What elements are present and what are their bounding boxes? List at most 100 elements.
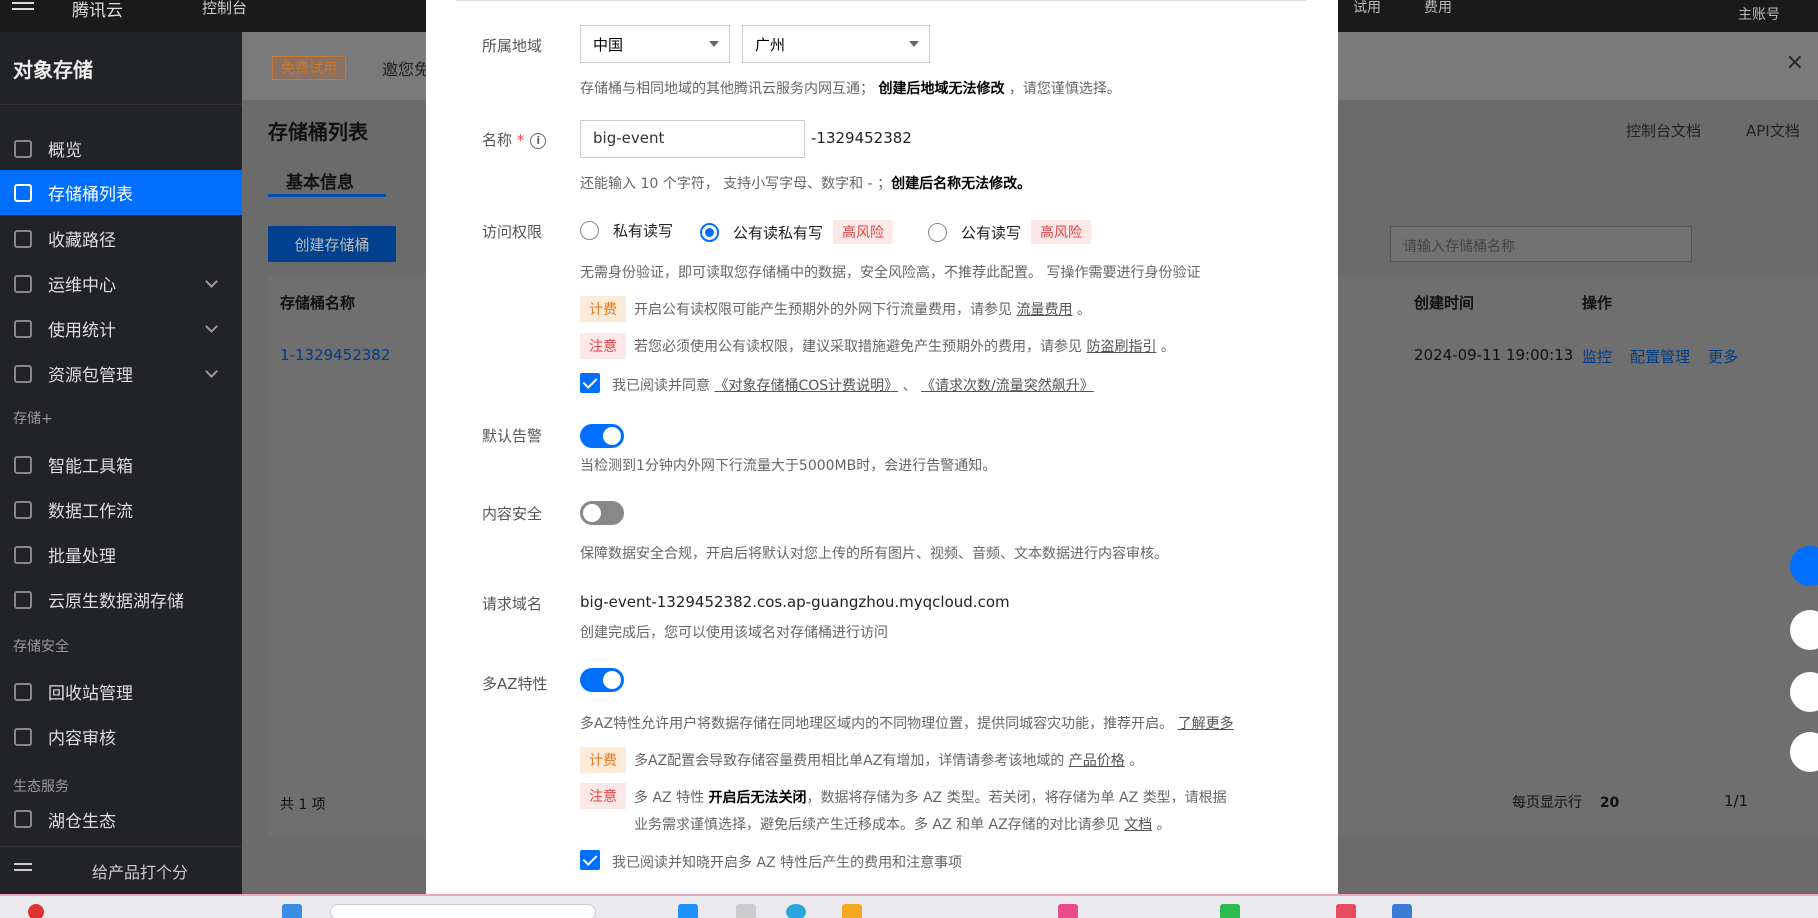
radio-circle bbox=[580, 221, 599, 240]
sidebar-item-label: 批量处理 bbox=[48, 547, 116, 567]
app-icon[interactable] bbox=[842, 904, 862, 918]
sidebar-item-bucket-list[interactable]: 存储桶列表 bbox=[0, 170, 242, 215]
sidebar-item-ops-center[interactable]: 运维中心 bbox=[0, 261, 242, 306]
learn-more-link[interactable]: 了解更多 bbox=[1178, 716, 1234, 732]
traffic-spike-link[interactable]: 《请求次数/流量突然飙升》 bbox=[921, 378, 1094, 394]
page-size-select[interactable]: 20 bbox=[1600, 795, 1619, 811]
sidebar: 对象存储 概览 存储桶列表 收藏路径 运维中心 使用统计 资源包管理 存储+ 智… bbox=[0, 32, 242, 894]
sidebar-item-label: 数据工作流 bbox=[48, 502, 133, 522]
domain-description: 创建完成后，您可以使用该域名对存储桶进行访问 bbox=[580, 625, 888, 641]
toggle-knob bbox=[603, 671, 621, 689]
app-icon[interactable] bbox=[1220, 904, 1240, 918]
app-icon[interactable] bbox=[1058, 904, 1078, 918]
toggle-knob bbox=[583, 504, 601, 522]
start-icon[interactable] bbox=[282, 904, 302, 918]
anti-theft-guide-link[interactable]: 防盗刷指引 bbox=[1086, 339, 1156, 355]
api-docs-link[interactable]: API文档 bbox=[1746, 120, 1800, 141]
domain-label: 请求域名 bbox=[482, 595, 543, 613]
alarm-description: 当检测到1分钟内外网下行流量大于5000MB时，会进行告警通知。 bbox=[580, 458, 997, 474]
country-select[interactable]: 中国 bbox=[580, 25, 730, 63]
lakehouse-icon bbox=[14, 810, 32, 828]
note-tag: 注意 bbox=[580, 333, 626, 359]
config-link[interactable]: 配置管理 bbox=[1630, 346, 1690, 367]
taskbar-search[interactable] bbox=[330, 904, 596, 918]
column-header-created[interactable]: 创建时间 bbox=[1414, 292, 1474, 313]
toolbox-icon bbox=[14, 455, 32, 474]
cos-billing-link[interactable]: 《对象存储桶COS计费说明》 bbox=[714, 378, 898, 394]
radio-private-rw[interactable]: 私有读写 bbox=[580, 220, 673, 241]
sidebar-item-content-review[interactable]: 内容审核 bbox=[0, 714, 242, 759]
fee-tag: 计费 bbox=[580, 747, 626, 773]
bucket-search-input[interactable]: 请输入存储桶名称 bbox=[1390, 226, 1692, 262]
traffic-fee-link[interactable]: 流量费用 bbox=[1016, 302, 1072, 318]
bucket-name-input[interactable]: big-event bbox=[580, 120, 805, 158]
monitor-link[interactable]: 监控 bbox=[1582, 346, 1612, 367]
content-security-toggle[interactable] bbox=[580, 501, 624, 525]
batch-icon bbox=[14, 545, 32, 564]
review-icon bbox=[14, 727, 32, 746]
tencent-cloud-logo[interactable]: 腾讯云 bbox=[72, 0, 123, 21]
console-link[interactable]: 控制台 bbox=[202, 0, 247, 18]
sidebar-item-favorite-paths[interactable]: 收藏路径 bbox=[0, 216, 242, 261]
sidebar-item-label: 概览 bbox=[48, 141, 82, 161]
app-icon[interactable] bbox=[678, 904, 698, 918]
grid-icon bbox=[14, 139, 32, 158]
multi-az-agree-checkbox[interactable] bbox=[580, 850, 600, 870]
main-account-label[interactable]: 主账号 bbox=[1738, 4, 1780, 24]
nav-group-storage-plus: 存储+ bbox=[13, 411, 53, 427]
access-agree-text: 我已阅读并同意 《对象存储桶COS计费说明》 、 《请求次数/流量突然飙升》 bbox=[612, 378, 1094, 394]
sidebar-item-workflow[interactable]: 数据工作流 bbox=[0, 487, 242, 532]
radio-circle bbox=[928, 222, 947, 242]
browser-icon[interactable] bbox=[786, 904, 806, 918]
radio-public-read-private-write[interactable]: 公有读私有写 高风险 bbox=[700, 220, 894, 244]
sidebar-item-toolbox[interactable]: 智能工具箱 bbox=[0, 442, 242, 487]
app-icon[interactable] bbox=[1336, 904, 1356, 918]
alarm-toggle[interactable] bbox=[580, 424, 624, 448]
promo-text: 邀您免 bbox=[382, 60, 431, 79]
sidebar-item-lakehouse[interactable]: 湖仓生态 bbox=[0, 804, 242, 834]
product-price-link[interactable]: 产品价格 bbox=[1069, 753, 1125, 769]
sidebar-item-recycle-bin[interactable]: 回收站管理 bbox=[0, 669, 242, 714]
access-fee-text: 开启公有读权限可能产生预期外的外网下行流量费用，请参见 流量费用 。 bbox=[634, 302, 1091, 318]
fee-tag: 计费 bbox=[580, 296, 626, 322]
tab-basic-info[interactable]: 基本信息 bbox=[286, 168, 354, 193]
sidebar-item-label: 内容审核 bbox=[48, 729, 116, 749]
sidebar-item-usage-stats[interactable]: 使用统计 bbox=[0, 306, 242, 351]
bucket-name-link[interactable]: 1-1329452382 bbox=[280, 346, 390, 364]
appid-suffix: -1329452382 bbox=[811, 129, 912, 147]
city-select[interactable]: 广州 bbox=[742, 25, 930, 63]
info-icon[interactable]: i bbox=[530, 132, 547, 149]
more-dropdown[interactable]: 更多 bbox=[1708, 346, 1738, 367]
console-docs-link[interactable]: 控制台文档 bbox=[1626, 120, 1701, 141]
trial-link[interactable]: 试用 bbox=[1353, 0, 1381, 17]
sidebar-item-datalake[interactable]: 云原生数据湖存储 bbox=[0, 577, 242, 622]
column-header-name[interactable]: 存储桶名称 bbox=[280, 292, 355, 313]
region-hint: 存储桶与相同地域的其他腾讯云服务内网互通； 创建后地域无法修改 ，请您谨慎选择。 bbox=[580, 81, 1121, 97]
hamburger-menu-icon[interactable] bbox=[12, 2, 34, 16]
fee-link[interactable]: 费用 bbox=[1424, 0, 1452, 17]
close-icon[interactable]: × bbox=[1786, 50, 1804, 75]
sidebar-item-label: 智能工具箱 bbox=[48, 457, 133, 477]
sidebar-item-batch[interactable]: 批量处理 bbox=[0, 532, 242, 577]
app-icon[interactable] bbox=[1392, 904, 1412, 918]
radio-circle bbox=[700, 222, 719, 242]
app-icon[interactable] bbox=[736, 904, 756, 918]
radio-public-rw[interactable]: 公有读写 高风险 bbox=[928, 220, 1092, 244]
create-bucket-dialog: 所属地域 中国 广州 存储桶与相同地域的其他腾讯云服务内网互通； 创建后地域无法… bbox=[426, 0, 1338, 896]
doc-link[interactable]: 文档 bbox=[1124, 817, 1152, 833]
access-agree-checkbox[interactable] bbox=[580, 373, 600, 393]
collapse-sidebar-icon[interactable] bbox=[14, 863, 32, 877]
multi-az-note-line2: 业务需求谨慎选择，避免后续产生迁移成本。多 AZ 和单 AZ存储的对比请参见 文… bbox=[634, 817, 1171, 833]
name-label: 名称 * i bbox=[482, 129, 547, 150]
sidebar-item-label: 使用统计 bbox=[48, 321, 116, 341]
total-count: 共 1 项 bbox=[280, 797, 326, 813]
notification-icon[interactable] bbox=[28, 904, 44, 918]
multi-az-agree-text: 我已阅读并知晓开启多 AZ 特性后产生的费用和注意事项 bbox=[612, 855, 963, 871]
sidebar-item-label: 存储桶列表 bbox=[48, 185, 133, 205]
sidebar-item-resource-packs[interactable]: 资源包管理 bbox=[0, 351, 242, 396]
sidebar-item-overview[interactable]: 概览 bbox=[0, 126, 242, 171]
create-bucket-button[interactable]: 创建存储桶 bbox=[268, 226, 396, 262]
sidebar-item-label: 收藏路径 bbox=[48, 231, 116, 251]
multi-az-toggle[interactable] bbox=[580, 668, 624, 692]
rate-product-link[interactable]: 给产品打个分 bbox=[92, 859, 188, 883]
